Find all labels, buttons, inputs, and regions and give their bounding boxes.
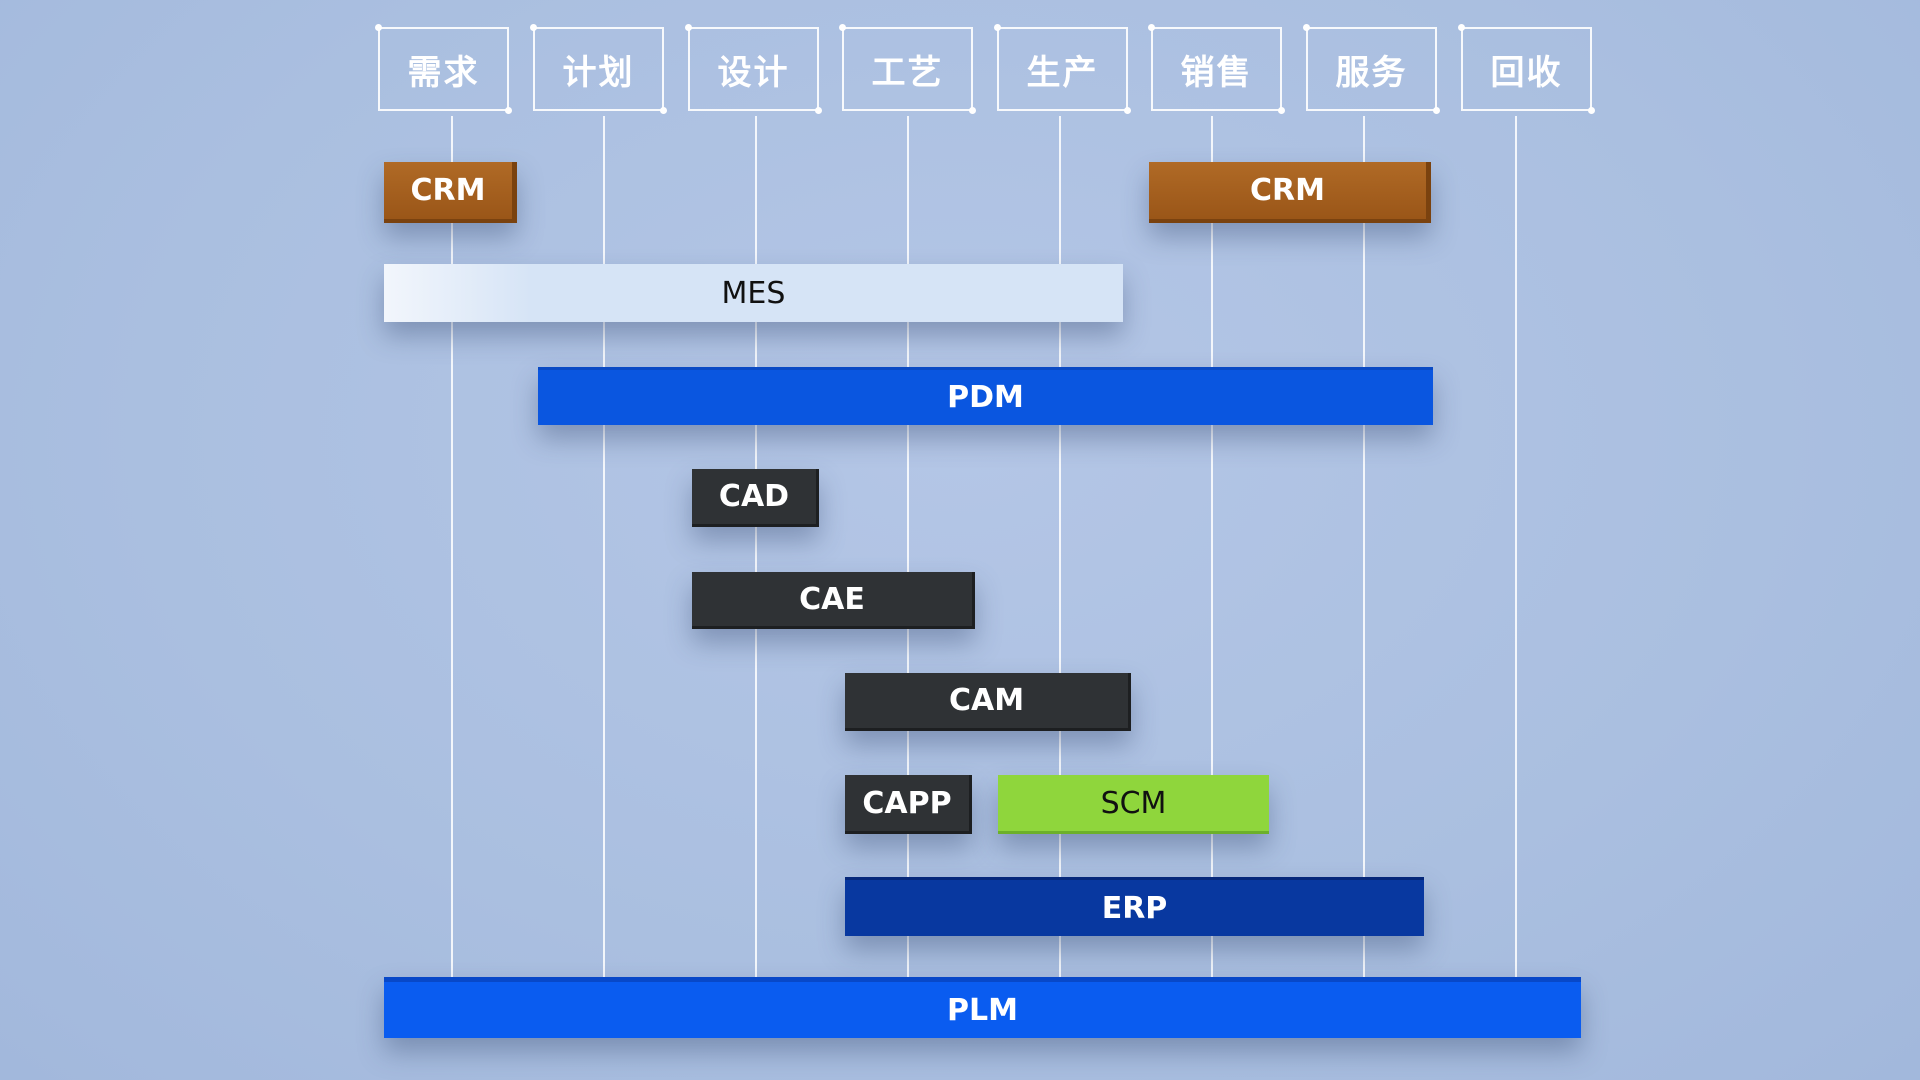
stage-line: [451, 116, 453, 980]
stage-line: [1363, 116, 1365, 980]
plm-bar: PLM: [384, 977, 1581, 1038]
stage-line: [1515, 116, 1517, 980]
cae-bar: CAE: [692, 572, 975, 629]
stage-demand: 需求: [375, 24, 512, 114]
stage-line: [1211, 116, 1213, 980]
stage-process: 工艺: [839, 24, 976, 114]
stage-plan: 计划: [530, 24, 667, 114]
stage-line: [1059, 116, 1061, 980]
stage-recycle: 回收: [1458, 24, 1595, 114]
mes-bar: MES: [384, 264, 1123, 322]
stage-line: [755, 116, 757, 980]
cam-bar: CAM: [845, 673, 1131, 731]
crm-bar-left: CRM: [384, 162, 517, 223]
scm-bar: SCM: [998, 775, 1269, 834]
stage-line: [603, 116, 605, 980]
crm-bar-right: CRM: [1149, 162, 1431, 223]
cad-bar: CAD: [692, 469, 819, 527]
pdm-bar: PDM: [538, 367, 1433, 425]
capp-bar: CAPP: [845, 775, 972, 834]
erp-bar: ERP: [845, 877, 1424, 936]
stage-production: 生产: [994, 24, 1131, 114]
stage-line: [907, 116, 909, 980]
stage-sales: 销售: [1148, 24, 1285, 114]
stage-design: 设计: [685, 24, 822, 114]
stage-service: 服务: [1303, 24, 1440, 114]
